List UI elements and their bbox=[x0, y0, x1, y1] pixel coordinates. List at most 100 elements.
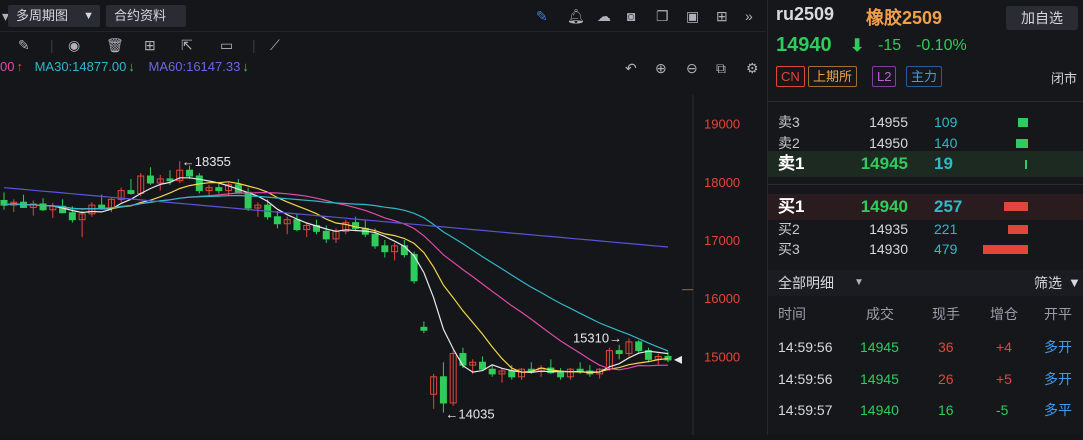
contract-name: 橡胶2509 bbox=[866, 8, 943, 28]
contract-code: ru2509 bbox=[776, 4, 835, 24]
candle-body bbox=[127, 190, 135, 194]
trade-time: 14:59:56 bbox=[778, 339, 833, 355]
layout-icon[interactable]: ⊞ bbox=[144, 37, 156, 53]
ask-volume: 109 bbox=[934, 114, 958, 130]
volume-bar bbox=[1016, 139, 1028, 148]
collapse-icon[interactable]: » bbox=[745, 8, 753, 24]
quote-panel: ru2509 橡胶2509 加自选 14940 ⬇ -15 -0.10% CN … bbox=[767, 0, 1083, 435]
copy-window-icon[interactable]: ❐ bbox=[656, 8, 669, 24]
all-details-dropdown[interactable]: 全部明细 bbox=[778, 270, 834, 296]
y-tick-label: 18000 bbox=[704, 175, 740, 190]
filter-button[interactable]: 筛选 bbox=[1034, 270, 1062, 296]
trade-detail-header: 全部明细 ▼ 筛选 ▼ bbox=[768, 270, 1083, 296]
contract-info-button[interactable]: 合约资料 bbox=[106, 5, 186, 27]
draw-pen-icon[interactable]: ✎ bbox=[536, 8, 548, 24]
bid-label: 买3 bbox=[778, 241, 800, 257]
divider: | bbox=[252, 37, 256, 53]
filter-icon[interactable]: ▼ bbox=[1068, 270, 1081, 296]
zoom-in-icon[interactable]: ⊕ bbox=[655, 60, 667, 76]
market-status: 闭市 bbox=[1051, 71, 1078, 86]
multi-period-dropdown[interactable]: 多周期图 ▼ bbox=[8, 5, 100, 27]
ma20-line bbox=[3, 191, 669, 371]
ask-row-3[interactable]: 卖3 14955 109 bbox=[768, 112, 1083, 133]
monitor-icon[interactable]: ▣ bbox=[686, 8, 699, 24]
candle-body bbox=[293, 219, 301, 231]
table-row: 14:59:56 14945 36 +4 多开 bbox=[768, 332, 1083, 362]
undo-icon[interactable]: ↶ bbox=[625, 60, 637, 76]
chart-toolbar: ▾ 多周期图 ▼ 合约资料 ✎ 🔔︎ ☁ ◙ ❐ ▣ ⊞ » bbox=[0, 0, 766, 32]
chart-panel: ▾ 多周期图 ▼ 合约资料 ✎ 🔔︎ ☁ ◙ ❐ ▣ ⊞ » ✎ | ◉ 🗑︎ … bbox=[0, 0, 766, 435]
candle-body bbox=[68, 212, 76, 221]
bid-price: 14930 bbox=[869, 241, 908, 257]
trade-qty: 36 bbox=[938, 339, 954, 355]
divider: | bbox=[50, 37, 54, 53]
chevron-down-icon: ▼ bbox=[83, 10, 94, 22]
bid-row-2[interactable]: 买2 14935 221 bbox=[768, 219, 1083, 240]
y-tick-label: 19000 bbox=[704, 117, 740, 132]
candle-body bbox=[478, 361, 486, 370]
ma-prefix: 00 bbox=[0, 59, 15, 74]
candle-body bbox=[98, 204, 106, 209]
col-type: 开平 bbox=[1044, 306, 1072, 322]
ma30-value: MA30:14877.00 bbox=[34, 59, 127, 74]
volume-bar bbox=[1025, 160, 1027, 169]
trade-oi: -5 bbox=[996, 402, 1009, 418]
multi-period-label: 多周期图 bbox=[16, 8, 69, 23]
trade-price: 14940 bbox=[860, 402, 899, 418]
col-price: 成交 bbox=[866, 306, 894, 322]
fit-icon[interactable]: ⧉ bbox=[716, 60, 726, 76]
chevron-down-icon[interactable]: ▼ bbox=[854, 270, 864, 296]
divider bbox=[768, 184, 1083, 185]
eye-icon[interactable]: ◉ bbox=[68, 37, 80, 53]
bid-volume: 479 bbox=[934, 241, 958, 257]
ma-legend: 00 ↑ MA30:14877.00 ↓ MA60:16147.33 ↓ bbox=[0, 59, 251, 74]
trash-icon[interactable]: 🗑︎ bbox=[106, 37, 124, 53]
bid-label: 买2 bbox=[778, 221, 800, 237]
cloud-icon[interactable]: ☁ bbox=[597, 8, 611, 24]
ma60-value: MA60:16147.33 bbox=[148, 59, 241, 74]
zoom-out-icon[interactable]: ⊖ bbox=[686, 60, 698, 76]
candle-body bbox=[371, 233, 379, 247]
candle-body bbox=[615, 350, 623, 355]
trade-type: 多开 bbox=[1044, 339, 1072, 355]
add-watchlist-button[interactable]: 加自选 bbox=[1006, 6, 1078, 30]
last-price-marker bbox=[674, 355, 682, 364]
candle-body bbox=[322, 230, 330, 240]
ma30-line bbox=[3, 194, 669, 352]
candle-body bbox=[576, 368, 584, 372]
volume-bar bbox=[983, 245, 1028, 254]
ma10-line bbox=[3, 181, 669, 373]
candle-body bbox=[508, 370, 516, 378]
candle-body bbox=[635, 341, 643, 352]
table-row: 14:59:57 14940 16 -5 多平 bbox=[768, 395, 1083, 425]
candle-body bbox=[186, 169, 194, 177]
ruler-icon[interactable]: ⟋ bbox=[270, 37, 280, 53]
kline-chart[interactable]: 19000 18000 17000 16000 15000 ←18355 ←14035 15… bbox=[0, 80, 766, 435]
recent-high-annotation: 15310→ bbox=[573, 330, 622, 345]
candle-body bbox=[39, 203, 47, 211]
grid-icon[interactable]: ⊞ bbox=[716, 8, 728, 24]
tag-exchange: 上期所 bbox=[808, 66, 858, 87]
candle-body bbox=[166, 178, 174, 182]
bid-row-1[interactable]: 买1 14940 257 bbox=[768, 194, 1083, 220]
ask-label: 卖3 bbox=[778, 114, 800, 130]
trade-price: 14945 bbox=[860, 371, 899, 387]
bid-label: 买1 bbox=[778, 197, 805, 216]
bid-volume: 221 bbox=[934, 221, 958, 237]
trade-price: 14945 bbox=[860, 339, 899, 355]
camera-icon[interactable]: ◙ bbox=[627, 8, 635, 24]
trade-time: 14:59:56 bbox=[778, 371, 833, 387]
comment-icon[interactable]: ▭ bbox=[220, 37, 233, 53]
ma-prefix-arrow: ↑ bbox=[16, 59, 23, 74]
settings-icon[interactable]: ⚙ bbox=[746, 60, 759, 76]
pencil-icon[interactable]: ✎ bbox=[18, 37, 30, 53]
candle-body bbox=[215, 187, 223, 192]
volume-bar bbox=[1004, 202, 1028, 211]
trade-oi: +4 bbox=[996, 339, 1012, 355]
bell-icon[interactable]: 🔔︎ bbox=[567, 8, 585, 24]
ask-volume: 19 bbox=[934, 154, 953, 173]
ma60-arrow: ↓ bbox=[242, 59, 249, 74]
export-icon[interactable]: ⇱ bbox=[181, 37, 193, 53]
ask-row-1[interactable]: 卖1 14945 19 bbox=[768, 151, 1083, 177]
bid-row-3[interactable]: 买3 14930 479 bbox=[768, 239, 1083, 260]
